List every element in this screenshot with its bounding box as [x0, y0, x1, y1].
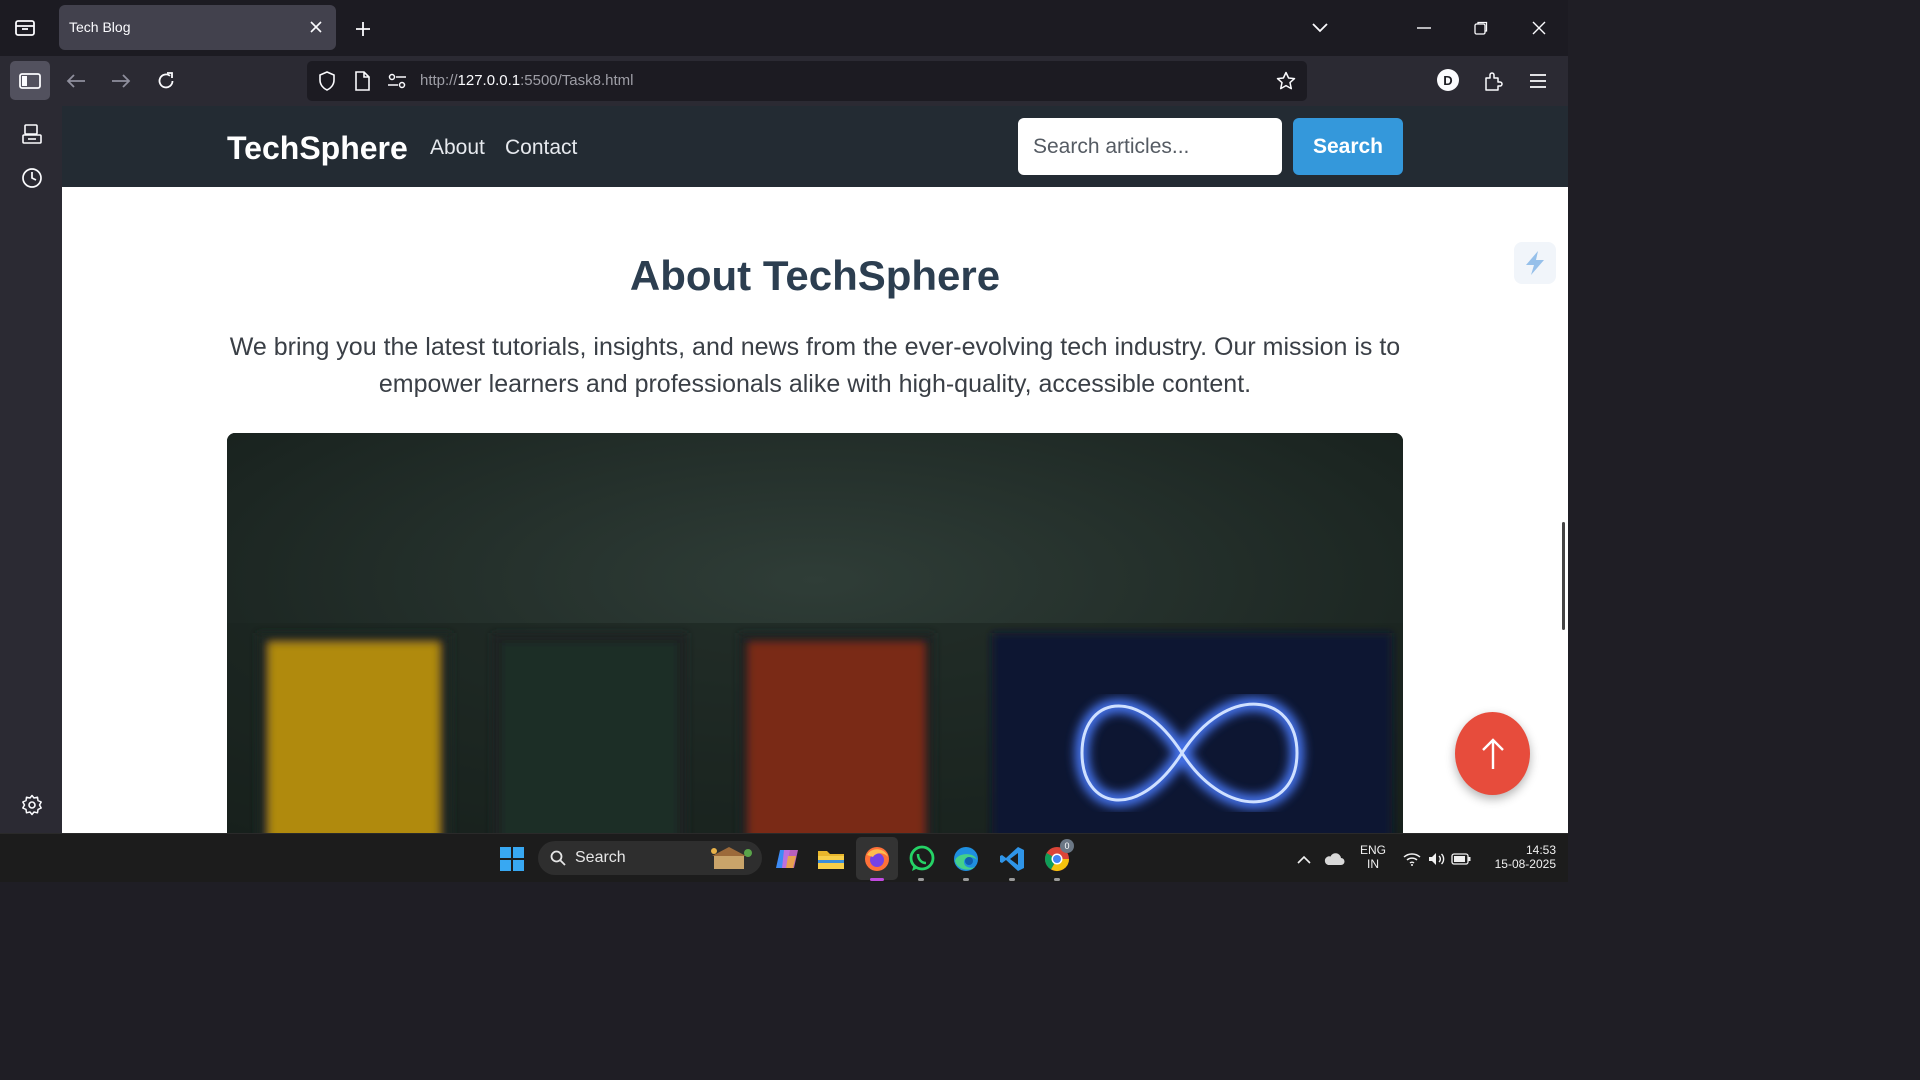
browser-sidebar [0, 106, 62, 833]
whatsapp-icon[interactable] [906, 843, 938, 875]
taskbar-search-label: Search [575, 849, 626, 866]
running-indicator [1009, 878, 1015, 881]
history-icon[interactable] [20, 166, 44, 190]
windows-start-icon[interactable] [496, 843, 528, 875]
new-tab-icon[interactable] [350, 16, 376, 42]
onedrive-cloud-icon[interactable] [1318, 843, 1350, 875]
forward-icon[interactable] [106, 66, 136, 96]
edge-icon[interactable] [950, 843, 982, 875]
tab-strip: Tech Blog [0, 0, 1568, 56]
permissions-icon[interactable] [387, 71, 407, 91]
running-indicator [963, 878, 969, 881]
sidebar-toggle-icon[interactable] [10, 61, 50, 100]
synced-tabs-icon[interactable] [20, 122, 44, 146]
running-indicator [1054, 878, 1060, 881]
chrome-badge: 0 [1060, 839, 1074, 853]
firefox-icon[interactable] [861, 843, 893, 875]
clock[interactable]: 14:53 15-08-2025 [1478, 843, 1556, 871]
about-heading: About TechSphere [629, 252, 1001, 299]
taskbar-search[interactable]: Search [538, 841, 762, 875]
firefox-view-icon[interactable] [10, 14, 40, 42]
address-bar[interactable]: http://127.0.0.1:5500/Task8.html [307, 61, 1307, 101]
account-avatar[interactable]: D [1437, 69, 1459, 91]
scroll-to-top-button[interactable] [1455, 712, 1530, 795]
settings-gear-icon[interactable] [20, 793, 44, 817]
menu-icon[interactable] [1523, 66, 1553, 96]
nav-link-contact[interactable]: Contact [505, 136, 577, 160]
language-indicator[interactable]: ENG IN [1354, 843, 1392, 871]
taskbar: Search 0 ENG IN 14:53 15-08-2025 [0, 833, 1568, 882]
site-header: TechSphere About Contact Search [62, 106, 1568, 187]
search-button[interactable]: Search [1293, 118, 1403, 175]
minimize-icon[interactable] [1410, 14, 1438, 42]
shield-icon[interactable] [317, 71, 337, 91]
back-icon[interactable] [61, 66, 91, 96]
battery-icon[interactable] [1445, 843, 1477, 875]
vscode-icon[interactable] [996, 843, 1028, 875]
close-tab-icon[interactable] [306, 17, 326, 37]
close-window-icon[interactable] [1525, 14, 1553, 42]
running-indicator [918, 878, 924, 881]
hero-image [227, 433, 1403, 833]
extensions-icon[interactable] [1478, 66, 1508, 96]
chrome-icon[interactable]: 0 [1041, 839, 1074, 875]
nav-toolbar: http://127.0.0.1:5500/Task8.html D [0, 56, 1568, 106]
file-explorer-icon[interactable] [815, 843, 847, 875]
chevron-down-icon[interactable] [1308, 16, 1332, 40]
reload-icon[interactable] [151, 66, 181, 96]
nav-link-about[interactable]: About [430, 136, 485, 160]
site-logo[interactable]: TechSphere [227, 130, 408, 167]
search-input[interactable] [1018, 118, 1282, 175]
active-indicator [870, 878, 884, 881]
bookmark-star-icon[interactable] [1276, 71, 1296, 91]
restore-icon[interactable] [1467, 14, 1495, 42]
extension-badge-icon[interactable] [1514, 242, 1556, 284]
search-icon [550, 850, 566, 866]
scrollbar-thumb[interactable] [1562, 522, 1565, 630]
page-icon[interactable] [352, 71, 372, 91]
search-highlight-icon [711, 847, 752, 869]
chevron-up-icon[interactable] [1288, 843, 1320, 875]
about-description: We bring you the latest tutorials, insig… [229, 333, 1401, 398]
tab-tech-blog[interactable]: Tech Blog [59, 5, 336, 50]
url-text[interactable]: http://127.0.0.1:5500/Task8.html [420, 72, 634, 89]
copilot-icon[interactable] [771, 843, 803, 875]
page-content: TechSphere About Contact Search About Te… [62, 106, 1568, 833]
tab-title: Tech Blog [69, 19, 131, 35]
